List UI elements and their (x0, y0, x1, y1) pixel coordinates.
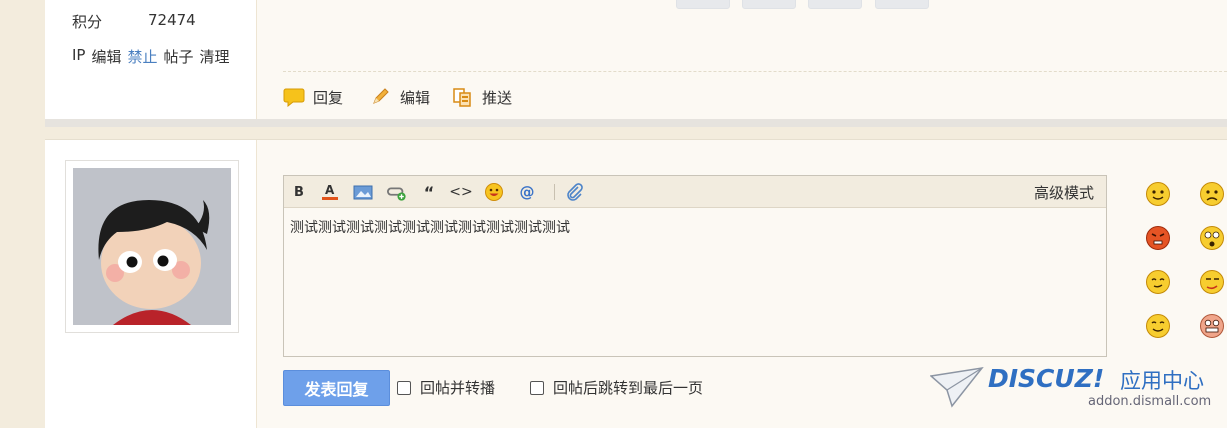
reply-action[interactable]: 回复 (283, 86, 343, 108)
emoticon-happy-icon (1146, 314, 1170, 338)
jump-last-checkbox[interactable] (530, 380, 544, 395)
reply-label: 回复 (313, 88, 344, 107)
forward-option[interactable]: 回帖并转播 (397, 377, 495, 398)
quote-button[interactable]: “ (419, 182, 439, 202)
admin-link-edit[interactable]: 编辑 (91, 46, 121, 67)
reply-icon (283, 87, 305, 108)
watermark-brand: DISCUZ! (988, 364, 1105, 393)
push-action[interactable]: 推送 (452, 86, 512, 108)
image-button[interactable] (353, 182, 373, 202)
font-color-icon: A (322, 183, 338, 200)
bold-button[interactable]: B (289, 182, 309, 202)
post-rating-button[interactable] (742, 0, 796, 9)
push-label: 推送 (482, 88, 513, 107)
admin-link-posts[interactable]: 帖子 (164, 46, 194, 67)
emoticon-panel (1145, 181, 1227, 341)
submit-reply-button[interactable]: 发表回复 (283, 370, 390, 406)
reply-editor: B A “ <> @ 高级模式 测试测试测试测试测试测试测试测试测试测试 (283, 175, 1107, 357)
watermark-brand-suffix: 应用中心 (1120, 369, 1204, 393)
watermark-url: addon.dismall.com (1088, 394, 1212, 409)
admin-link-clean[interactable]: 清理 (200, 46, 230, 67)
emoticon-shy-icon (1146, 270, 1170, 294)
mention-button[interactable]: @ (517, 182, 537, 202)
admin-link-ip[interactable]: IP (72, 46, 85, 67)
link-add-icon (387, 187, 406, 201)
jump-last-option[interactable]: 回帖后跳转到最后一页 (530, 377, 703, 398)
emoticon-smile-icon (1146, 182, 1170, 206)
emoticon-shocked-icon (1200, 226, 1224, 250)
avatar (73, 168, 231, 325)
paper-plane-icon (930, 366, 984, 408)
toolbar-divider (554, 184, 555, 200)
font-color-button[interactable]: A (320, 182, 340, 202)
pencil-icon (370, 87, 392, 107)
smiley-button[interactable] (484, 182, 504, 202)
previous-post-sidebar: 积分 72474 IP 编辑 禁止 帖子 清理 (45, 0, 257, 119)
forward-checkbox[interactable] (397, 380, 411, 395)
svg-text:A: A (325, 183, 335, 197)
points-label: 积分 (72, 13, 103, 31)
admin-links: IP 编辑 禁止 帖子 清理 (72, 46, 230, 67)
user-avatar[interactable] (65, 160, 239, 333)
edit-label: 编辑 (400, 88, 431, 107)
push-icon (452, 87, 474, 107)
emoticon-angry-icon (1146, 226, 1170, 250)
edit-action[interactable]: 编辑 (370, 86, 430, 108)
editor-toolbar: B A “ <> @ 高级模式 (284, 176, 1106, 208)
post-separator (45, 119, 1227, 127)
link-button[interactable] (387, 182, 407, 202)
post-rating-button[interactable] (875, 0, 929, 9)
post-rating-button[interactable] (808, 0, 862, 9)
code-button[interactable]: <> (449, 182, 472, 202)
previous-post: 积分 72474 IP 编辑 禁止 帖子 清理 (45, 0, 1227, 119)
smiley-icon (485, 183, 503, 201)
forward-option-label: 回帖并转播 (420, 379, 496, 397)
paperclip-icon (567, 183, 583, 201)
advanced-mode-link[interactable]: 高级模式 (1034, 182, 1094, 203)
attachment-button[interactable] (564, 182, 584, 202)
discuz-watermark: DISCUZ! 应用中心 addon.dismall.com (930, 364, 1227, 414)
post-divider (283, 71, 1227, 72)
image-icon (353, 185, 373, 200)
emoticon-sad-icon (1200, 182, 1224, 206)
editor-content[interactable]: 测试测试测试测试测试测试测试测试测试测试 (290, 217, 570, 237)
admin-link-ban[interactable]: 禁止 (128, 46, 158, 67)
emoticon-grimace-icon (1200, 314, 1224, 338)
emoticon-smug-icon (1200, 270, 1224, 294)
post-rating-button[interactable] (676, 0, 730, 9)
points-value: 72474 (148, 11, 196, 29)
jump-last-option-label: 回帖后跳转到最后一页 (553, 379, 704, 397)
